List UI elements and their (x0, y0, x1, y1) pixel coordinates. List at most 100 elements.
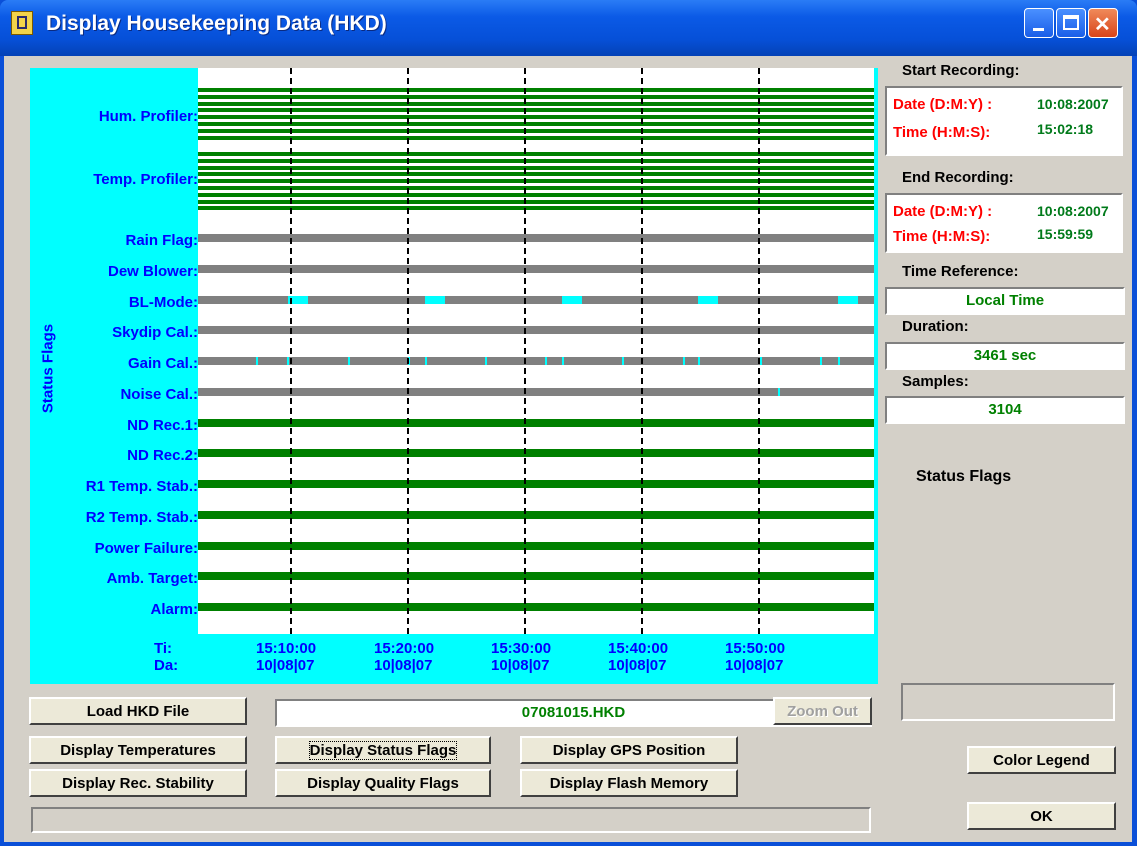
gain-cal-event-tick (485, 357, 487, 365)
gain-cal-event-tick (622, 357, 624, 365)
temp-profiler-stripe (198, 158, 874, 163)
status-flags-plot: Status Flags Hum. Profiler: Temp. Profil… (30, 68, 878, 684)
x-tick-date: 10|08|07 (374, 657, 433, 674)
display-gps-position-button[interactable]: Display GPS Position (520, 736, 738, 764)
ok-button[interactable]: OK (967, 802, 1116, 830)
row-label-amb-target: Amb. Target: (106, 570, 198, 587)
gain-cal-event-tick (562, 357, 564, 365)
x-tick-time: 15:30:00 (491, 640, 552, 657)
duration-value: 3461 sec (885, 342, 1125, 370)
end-recording-header: End Recording: (902, 169, 1014, 186)
hum-profiler-stripe (198, 88, 874, 92)
temp-profiler-stripe (198, 179, 874, 184)
x-axis-date-label: Da: (154, 657, 179, 674)
row-label-dew-blower: Dew Blower: (107, 263, 198, 280)
temp-profiler-stripe (198, 206, 874, 211)
start-date-label: Date (D:M:Y) : (893, 96, 993, 113)
bl-mode-active-segment (698, 296, 718, 304)
hum-profiler-stripe (198, 135, 874, 140)
flag-bar (198, 511, 874, 519)
close-icon[interactable] (1088, 8, 1118, 38)
start-time-value: 15:02:18 (1037, 121, 1094, 137)
start-date-value: 10:08:2007 (1037, 96, 1109, 112)
x-tick-time: 15:10:00 (256, 640, 317, 657)
zoom-out-button[interactable]: Zoom Out (773, 697, 872, 725)
bl-mode-active-segment (425, 296, 445, 304)
gain-cal-event-tick (683, 357, 685, 365)
row-label-alarm: Alarm: (150, 601, 198, 618)
load-hkd-file-button[interactable]: Load HKD File (29, 697, 247, 725)
maximize-icon[interactable] (1056, 8, 1086, 38)
time-gridline (407, 68, 409, 634)
bl-mode-active-segment (838, 296, 858, 304)
display-flash-memory-button[interactable]: Display Flash Memory (520, 769, 738, 797)
flag-bar (198, 357, 874, 365)
hum-profiler-stripe (198, 108, 874, 113)
color-legend-button[interactable]: Color Legend (967, 746, 1116, 774)
display-quality-flags-button[interactable]: Display Quality Flags (275, 769, 491, 797)
hum-profiler-stripe (198, 128, 874, 133)
start-recording-box: Date (D:M:Y) : 10:08:2007 Time (H:M:S): … (885, 86, 1123, 156)
app-window: Display Housekeeping Data (HKD) Status F… (0, 0, 1137, 846)
row-label-nd-rec2: ND Rec.2: (127, 447, 198, 464)
flag-bar (198, 480, 874, 488)
end-date-label: Date (D:M:Y) : (893, 203, 993, 220)
x-tick-date: 10|08|07 (256, 657, 315, 674)
time-gridline (641, 68, 643, 634)
x-tick-time: 15:20:00 (374, 640, 435, 657)
row-label-r1-temp-stab: R1 Temp. Stab.: (85, 478, 198, 495)
row-label-rain-flag: Rain Flag: (125, 232, 198, 249)
hum-profiler-stripe (198, 101, 874, 106)
flag-bar (198, 419, 874, 427)
x-tick-date: 10|08|07 (725, 657, 784, 674)
gain-cal-event-tick (425, 357, 427, 365)
row-label-hum-profiler: Hum. Profiler: (98, 108, 198, 125)
bl-mode-active-segment (562, 296, 582, 304)
start-time-label: Time (H:M:S): (893, 124, 991, 141)
hum-profiler-stripe (198, 115, 874, 120)
gain-cal-event-tick (348, 357, 350, 365)
gain-cal-event-tick (256, 357, 258, 365)
app-icon (11, 11, 33, 35)
temp-profiler-stripe (198, 172, 874, 177)
gain-cal-event-tick (545, 357, 547, 365)
x-tick-1510: 15:10:00 10|08|07 (256, 640, 316, 674)
flag-bar (198, 265, 874, 273)
samples-header: Samples: (902, 373, 969, 390)
x-tick-time: 15:50:00 (725, 640, 786, 657)
gain-cal-event-tick (760, 357, 762, 365)
x-tick-1530: 15:30:00 10|08|07 (491, 640, 551, 674)
flag-bar (198, 603, 874, 611)
row-label-power-failure: Power Failure: (94, 540, 198, 557)
time-gridline (758, 68, 760, 634)
display-status-flags-button[interactable]: Display Status Flags (275, 736, 491, 764)
gain-cal-event-tick (820, 357, 822, 365)
gain-cal-event-tick (838, 357, 840, 365)
start-recording-header: Start Recording: (902, 62, 1020, 79)
display-rec-stability-button[interactable]: Display Rec. Stability (29, 769, 247, 797)
x-tick-1550: 15:50:00 10|08|07 (725, 640, 785, 674)
temp-profiler-stripe (198, 199, 874, 204)
noise-cal-event-tick (778, 388, 780, 396)
end-time-label: Time (H:M:S): (893, 228, 991, 245)
gain-cal-event-tick (698, 357, 700, 365)
x-axis-time-label: Ti: (154, 640, 173, 657)
time-reference-header: Time Reference: (902, 263, 1019, 280)
status-flags-axis-title: Status Flags (39, 323, 57, 414)
temp-profiler-stripe (198, 165, 874, 170)
display-temperatures-button[interactable]: Display Temperatures (29, 736, 247, 764)
x-tick-1540: 15:40:00 10|08|07 (608, 640, 668, 674)
minimize-icon[interactable] (1024, 8, 1054, 38)
temp-profiler-stripe (198, 186, 874, 190)
title-bar[interactable]: Display Housekeeping Data (HKD) (0, 0, 1137, 56)
window-title: Display Housekeeping Data (HKD) (46, 12, 387, 35)
row-label-temp-profiler: Temp. Profiler: (93, 171, 198, 188)
row-label-nd-rec1: ND Rec.1: (127, 417, 198, 434)
samples-value: 3104 (885, 396, 1125, 424)
hum-profiler-stripe (198, 122, 874, 126)
flag-bar (198, 449, 874, 457)
hum-profiler-stripe (198, 94, 874, 99)
row-label-bl-mode: BL-Mode: (128, 294, 198, 311)
status-bar (31, 807, 871, 833)
x-tick-date: 10|08|07 (491, 657, 550, 674)
